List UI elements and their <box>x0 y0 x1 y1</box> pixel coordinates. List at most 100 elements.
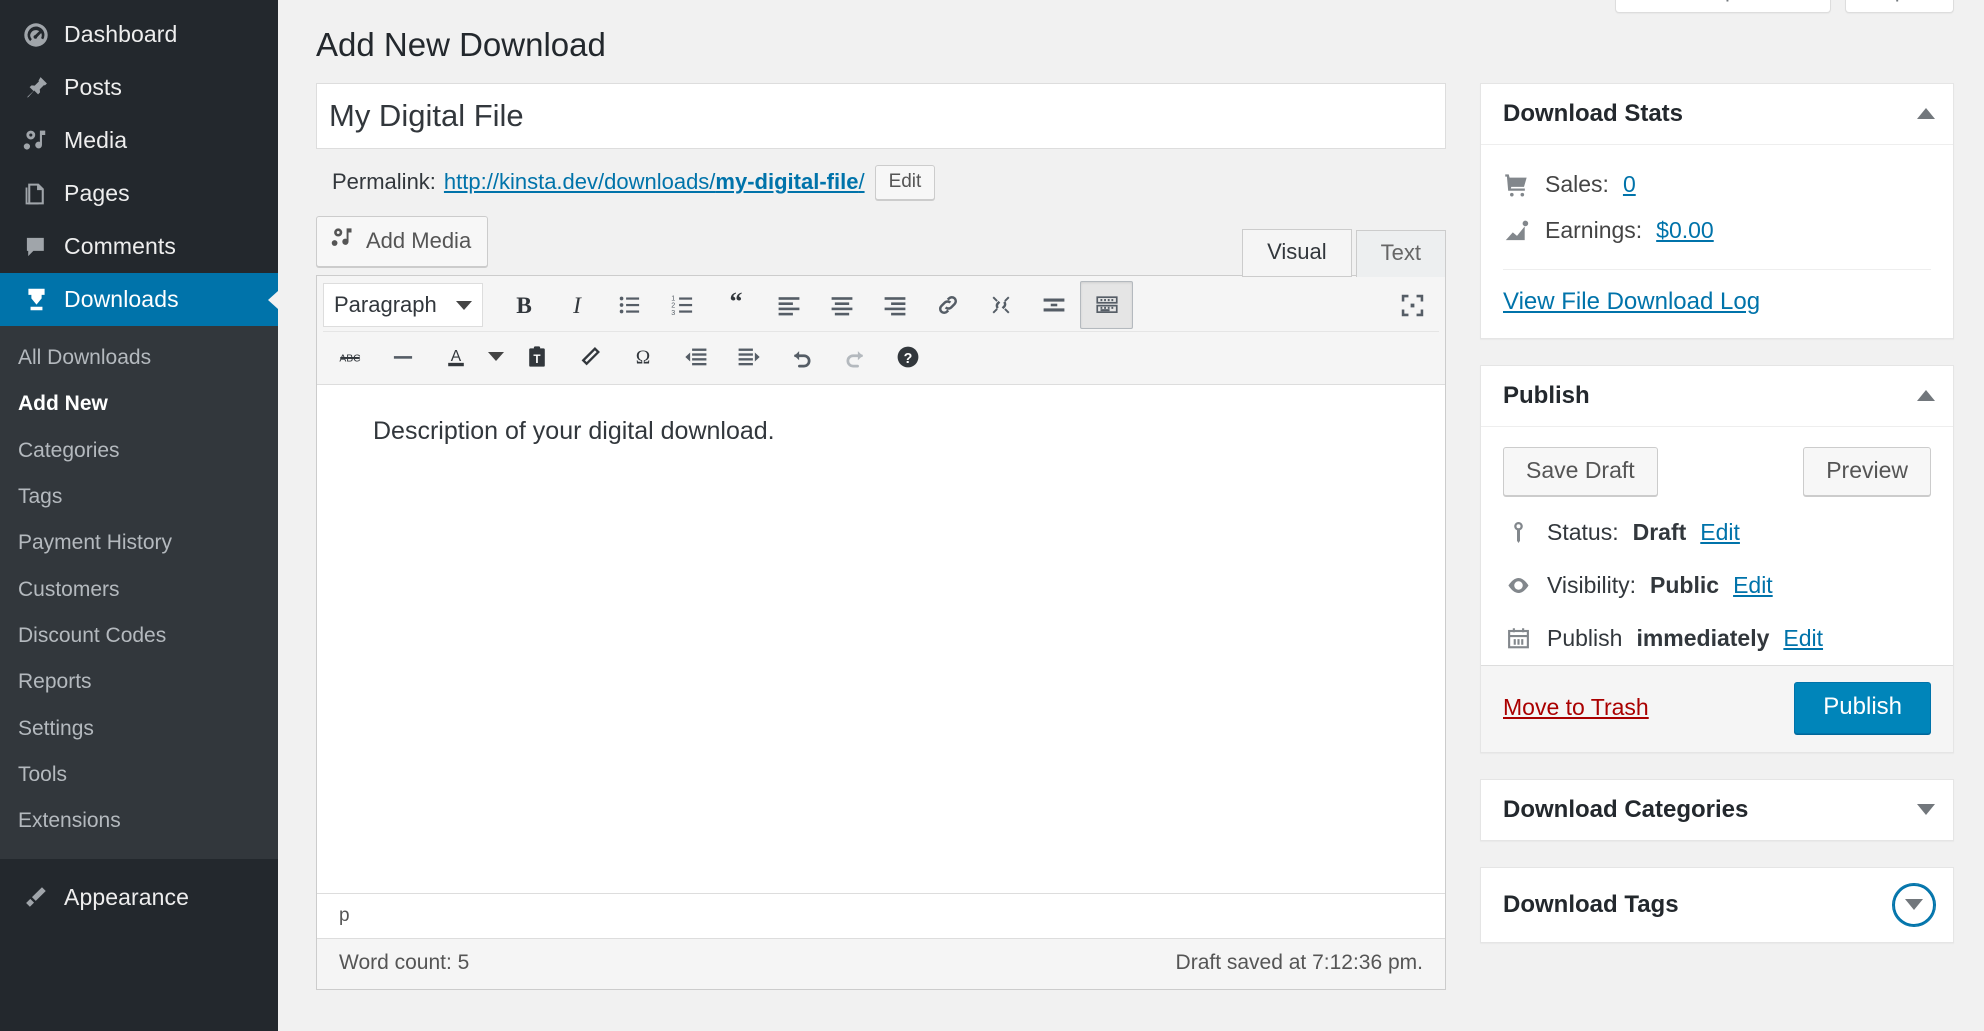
sidebar-item-comments[interactable]: Comments <box>0 220 278 273</box>
align-center-icon[interactable] <box>815 281 868 329</box>
screen-options-label: Screen Options <box>1632 0 1784 3</box>
pin-icon <box>14 75 58 101</box>
text-color-control: A <box>429 333 510 381</box>
toolbar-row-1: Paragraph B I <box>323 280 1439 331</box>
sidebar-item-pages[interactable]: Pages <box>0 167 278 220</box>
sidebar-item-label: Media <box>58 127 127 154</box>
sidebar-item-downloads[interactable]: Downloads <box>0 273 278 326</box>
indent-icon[interactable] <box>722 333 775 381</box>
link-icon[interactable] <box>921 281 974 329</box>
unlink-icon[interactable] <box>974 281 1027 329</box>
sidebar-subitem-all-downloads[interactable]: All Downloads <box>0 335 278 381</box>
tab-text[interactable]: Text <box>1356 230 1446 277</box>
save-draft-button[interactable]: Save Draft <box>1503 447 1658 496</box>
clear-formatting-icon[interactable] <box>563 333 616 381</box>
download-icon <box>14 286 58 313</box>
download-tags-header[interactable]: Download Tags <box>1481 868 1953 942</box>
text-color-chevron-down-icon[interactable] <box>482 333 510 381</box>
calendar-icon <box>1503 626 1533 651</box>
add-media-button[interactable]: Add Media <box>316 216 488 267</box>
sidebar-item-label: Downloads <box>58 286 179 313</box>
paste-as-text-icon[interactable]: T <box>510 333 563 381</box>
svg-text:“: “ <box>729 292 742 316</box>
bulleted-list-icon[interactable] <box>603 281 656 329</box>
download-tags-title: Download Tags <box>1503 891 1679 919</box>
sales-value[interactable]: 0 <box>1623 171 1636 198</box>
sidebar-item-appearance[interactable]: Appearance <box>0 871 278 924</box>
download-tags-toggle-button[interactable] <box>1893 884 1935 926</box>
editor-columns: Permalink: http://kinsta.dev/downloads/m… <box>278 83 1984 990</box>
edit-status-link[interactable]: Edit <box>1700 519 1740 546</box>
sidebar-item-media[interactable]: Media <box>0 114 278 167</box>
post-title-input[interactable] <box>316 83 1446 149</box>
align-right-icon[interactable] <box>868 281 921 329</box>
media-icon <box>14 128 58 154</box>
text-color-icon[interactable]: A <box>429 333 482 381</box>
eye-icon <box>1503 573 1533 598</box>
visibility-row: Visibility: Public Edit <box>1481 559 1953 612</box>
preview-button[interactable]: Preview <box>1803 447 1931 496</box>
help-icon[interactable]: ? <box>881 333 934 381</box>
sidebar-subitem-settings[interactable]: Settings <box>0 706 278 752</box>
italic-icon[interactable]: I <box>550 281 603 329</box>
chevron-down-icon <box>456 301 472 310</box>
sidebar-subitem-tools[interactable]: Tools <box>0 752 278 798</box>
sidebar-subitem-customers[interactable]: Customers <box>0 567 278 613</box>
horizontal-rule-icon[interactable] <box>376 333 429 381</box>
sidebar-subitem-discount-codes[interactable]: Discount Codes <box>0 613 278 659</box>
status-label: Status: <box>1547 519 1619 546</box>
undo-icon[interactable] <box>775 333 828 381</box>
kitchen-sink-icon[interactable] <box>1080 281 1133 329</box>
chevron-up-icon[interactable] <box>1917 390 1935 401</box>
download-stats-header[interactable]: Download Stats <box>1481 84 1953 145</box>
chevron-up-icon[interactable] <box>1917 108 1935 119</box>
view-file-download-log-link[interactable]: View File Download Log <box>1503 288 1760 316</box>
chevron-down-icon[interactable] <box>1917 804 1935 815</box>
earnings-value[interactable]: $0.00 <box>1656 217 1714 244</box>
align-left-icon[interactable] <box>762 281 815 329</box>
publish-actions-row: Save Draft Preview <box>1481 427 1953 506</box>
editor-toolbar: Paragraph B I <box>317 276 1445 385</box>
bold-icon[interactable]: B <box>497 281 550 329</box>
editor-mode-tabs: Visual Text <box>1242 228 1446 276</box>
editor-box: Paragraph B I <box>316 275 1446 990</box>
edit-publish-date-link[interactable]: Edit <box>1783 625 1823 652</box>
paragraph-format-value: Paragraph <box>334 292 437 318</box>
download-stats-panel: Download Stats Sales: 0 <box>1480 83 1954 339</box>
redo-icon[interactable] <box>828 333 881 381</box>
sidebar-item-dashboard[interactable]: Dashboard <box>0 8 278 61</box>
editor-content-area[interactable]: Description of your digital download. <box>317 385 1445 893</box>
sidebar-subitem-add-new[interactable]: Add New <box>0 381 278 427</box>
sidebar-subitem-extensions[interactable]: Extensions <box>0 798 278 844</box>
download-stats-body: Sales: 0 Earnings: $0.00 View File Downl… <box>1481 145 1953 338</box>
permalink-url[interactable]: http://kinsta.dev/downloads/my-digital-f… <box>444 169 865 195</box>
publish-button[interactable]: Publish <box>1794 682 1931 734</box>
strikethrough-icon[interactable]: ABC <box>323 333 376 381</box>
tab-visual[interactable]: Visual <box>1242 229 1352 277</box>
screen-options-button[interactable]: Screen Options <box>1615 0 1831 13</box>
edit-permalink-button[interactable]: Edit <box>875 165 936 200</box>
blockquote-icon[interactable]: “ <box>709 281 762 329</box>
read-more-icon[interactable] <box>1027 281 1080 329</box>
download-categories-header[interactable]: Download Categories <box>1481 780 1953 840</box>
permalink-label: Permalink: <box>332 169 436 195</box>
paragraph-format-select[interactable]: Paragraph <box>323 283 483 327</box>
fullscreen-icon[interactable] <box>1386 281 1439 329</box>
sidebar-subitem-reports[interactable]: Reports <box>0 659 278 705</box>
move-to-trash-link[interactable]: Move to Trash <box>1503 694 1649 721</box>
sidebar-metaboxes-column: Download Stats Sales: 0 <box>1480 83 1954 969</box>
help-button[interactable]: Help <box>1845 0 1954 13</box>
publish-date-value: immediately <box>1636 625 1769 652</box>
sidebar-subitem-tags[interactable]: Tags <box>0 474 278 520</box>
sidebar-item-posts[interactable]: Posts <box>0 61 278 114</box>
edit-visibility-link[interactable]: Edit <box>1733 572 1773 599</box>
publish-date-row: Publish immediately Edit <box>1481 612 1953 665</box>
outdent-icon[interactable] <box>669 333 722 381</box>
publish-header[interactable]: Publish <box>1481 366 1953 427</box>
sidebar-subitem-payment-history[interactable]: Payment History <box>0 520 278 566</box>
special-character-icon[interactable]: Ω <box>616 333 669 381</box>
sidebar-item-label: Pages <box>58 180 130 207</box>
sidebar-subitem-categories[interactable]: Categories <box>0 428 278 474</box>
draft-saved-status: Draft saved at 7:12:36 pm. <box>1176 951 1423 975</box>
numbered-list-icon[interactable]: 123 <box>656 281 709 329</box>
